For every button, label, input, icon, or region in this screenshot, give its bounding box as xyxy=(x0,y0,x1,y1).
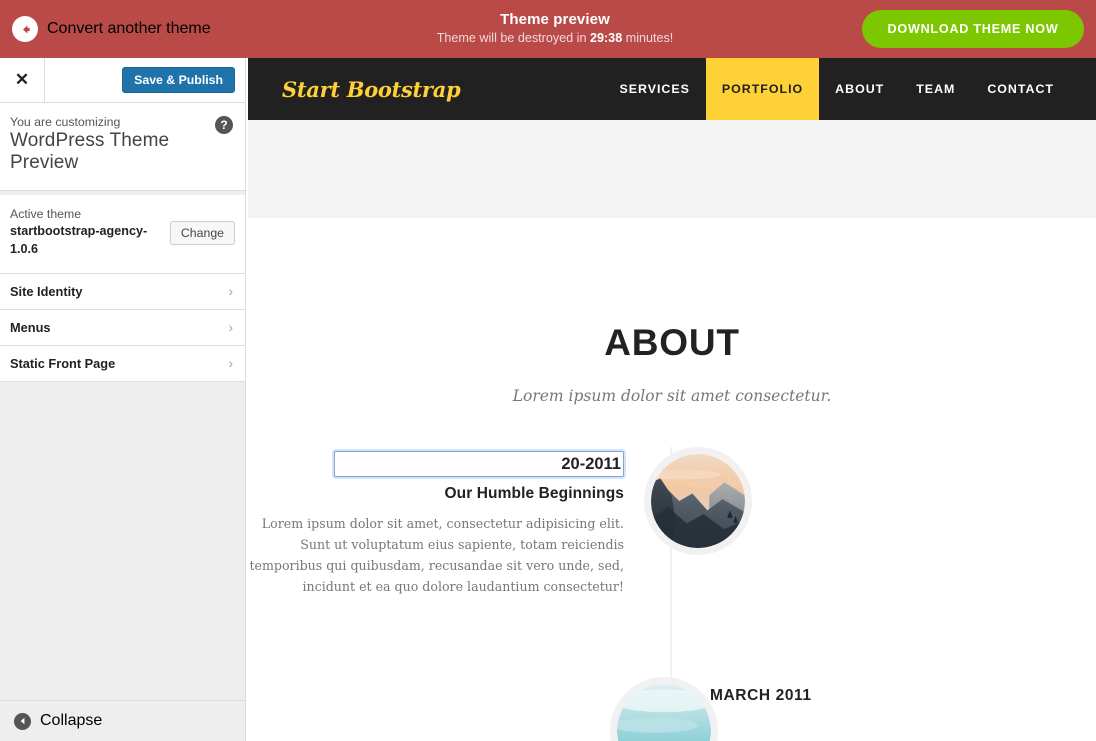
sidebar-item-label: Site Identity xyxy=(10,283,83,299)
customizing-title: WordPress Theme Preview xyxy=(10,130,170,173)
sidebar-item-site-identity[interactable]: Site Identity › xyxy=(0,273,245,310)
customizer-header: ✕ Save & Publish xyxy=(0,58,245,103)
active-theme-name: startbootstrap-agency-1.0.6 xyxy=(10,224,148,256)
nav-item-about[interactable]: ABOUT xyxy=(819,58,900,120)
download-area: DOWNLOAD THEME NOW xyxy=(850,10,1096,48)
about-subtitle: Lorem ipsum dolor sit amet consectetur. xyxy=(512,387,832,405)
customizing-label: You are customizing xyxy=(10,115,121,129)
hero-band xyxy=(248,120,1096,218)
chevron-right-icon: › xyxy=(228,355,233,372)
page-title: ABOUT xyxy=(604,322,740,363)
timeline-entry-2-caption: MARCH 2011 xyxy=(710,687,812,704)
theme-preview-pane: Start Bootstrap SERVICES PORTFOLIO ABOUT… xyxy=(248,58,1096,741)
sidebar-item-label: Menus xyxy=(10,319,51,335)
preview-title: Theme preview xyxy=(500,11,610,29)
timeline-entry-1-heading: Our Humble Beginnings xyxy=(444,485,624,502)
save-and-publish-button[interactable]: Save & Publish xyxy=(122,67,235,93)
chevron-right-icon: › xyxy=(228,283,233,300)
preview-status: Theme preview Theme will be destroyed in… xyxy=(260,11,850,47)
collapse-sidebar-button[interactable]: Collapse xyxy=(0,700,245,741)
timeline-year-input[interactable] xyxy=(334,451,624,477)
timeline-entry-1-image xyxy=(644,447,752,555)
site-navbar: Start Bootstrap SERVICES PORTFOLIO ABOUT… xyxy=(248,58,1096,120)
close-customizer-button[interactable]: ✕ xyxy=(0,58,45,102)
destroy-suffix: minutes! xyxy=(622,31,674,46)
customizer-title-block: You are customizing WordPress Theme Prev… xyxy=(0,103,245,191)
mountain-sunset-photo xyxy=(651,454,745,548)
destroy-countdown: 29:38 xyxy=(589,31,623,46)
download-theme-button[interactable]: DOWNLOAD THEME NOW xyxy=(861,10,1085,48)
nav-item-services[interactable]: SERVICES xyxy=(603,58,705,120)
timeline-entry-1: Our Humble Beginnings Lorem ipsum dolor … xyxy=(248,447,1096,598)
nav-item-portfolio[interactable]: PORTFOLIO xyxy=(705,58,820,120)
timeline-entry-1-body: Lorem ipsum dolor sit amet, consectetur … xyxy=(249,516,624,595)
convert-another-theme-link[interactable]: Convert another theme xyxy=(0,16,300,42)
change-theme-button[interactable]: Change xyxy=(169,221,235,245)
about-section: ABOUT Lorem ipsum dolor sit amet consect… xyxy=(248,218,1096,741)
customizer-sections: Site Identity › Menus › Static Front Pag… xyxy=(0,273,245,382)
about-timeline: Our Humble Beginnings Lorem ipsum dolor … xyxy=(248,447,1096,741)
sidebar-item-static-front-page[interactable]: Static Front Page › xyxy=(0,345,245,382)
nav-item-team[interactable]: TEAM xyxy=(900,58,971,120)
sidebar-item-menus[interactable]: Menus › xyxy=(0,309,245,346)
active-theme-label: Active theme xyxy=(10,207,82,221)
theme-preview-banner: Convert another theme Theme preview Them… xyxy=(0,0,1096,58)
convert-another-theme-label: Convert another theme xyxy=(47,20,211,37)
ocean-photo xyxy=(617,684,711,741)
site-nav-menu: SERVICES PORTFOLIO ABOUT TEAM CONTACT xyxy=(603,58,1070,120)
collapse-label: Collapse xyxy=(40,712,103,729)
back-arrow-icon xyxy=(12,16,38,42)
chevron-right-icon: › xyxy=(228,319,233,336)
timeline-entry-2-image xyxy=(610,677,718,741)
help-icon[interactable]: ? xyxy=(215,116,233,134)
destroy-prefix: Theme will be destroyed in xyxy=(436,31,590,46)
sidebar-item-label: Static Front Page xyxy=(10,355,116,371)
nav-item-contact[interactable]: CONTACT xyxy=(971,58,1070,120)
customizer-sidebar: ✕ Save & Publish You are customizing Wor… xyxy=(0,58,246,741)
collapse-arrow-icon xyxy=(14,712,31,730)
active-theme-block: Active theme startbootstrap-agency-1.0.6… xyxy=(0,191,245,274)
destroy-timer: Theme will be destroyed in 29:38 minutes… xyxy=(260,31,850,46)
timeline-entry-1-text: Our Humble Beginnings Lorem ipsum dolor … xyxy=(248,447,640,598)
site-logo[interactable]: Start Bootstrap xyxy=(282,77,461,102)
